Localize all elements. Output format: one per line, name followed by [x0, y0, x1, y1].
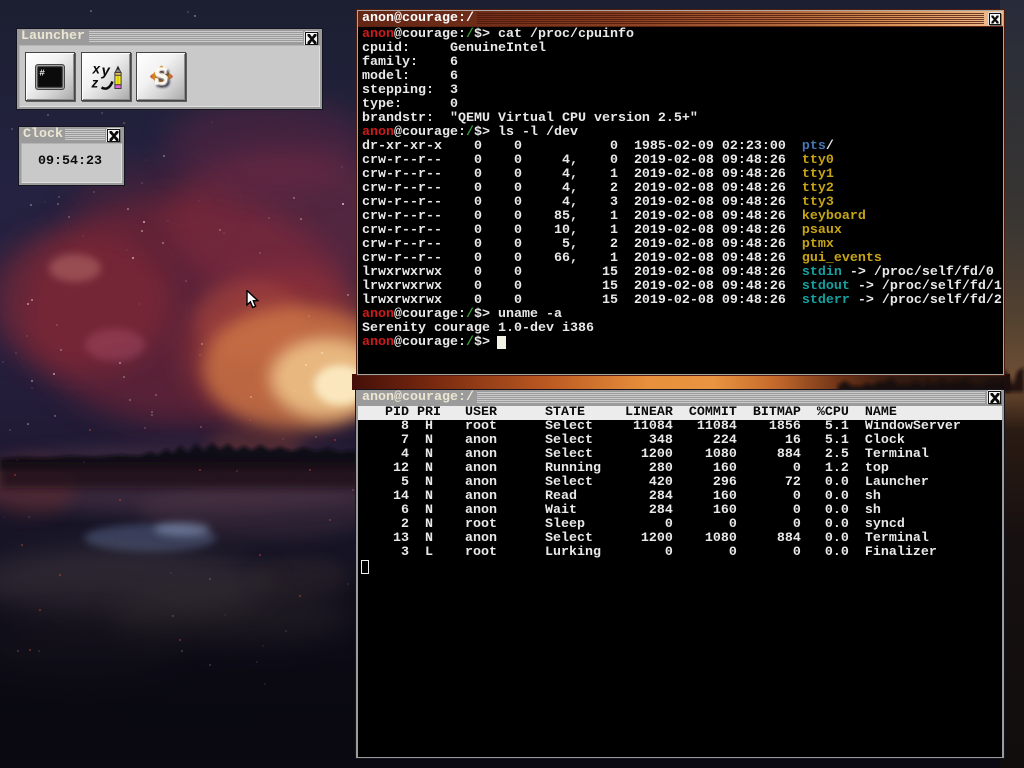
svg-text:#: # [39, 67, 45, 78]
svg-text:x: x [91, 63, 100, 77]
svg-text:y: y [100, 63, 110, 80]
svg-text:z: z [90, 76, 98, 91]
svg-text:S: S [154, 65, 167, 91]
